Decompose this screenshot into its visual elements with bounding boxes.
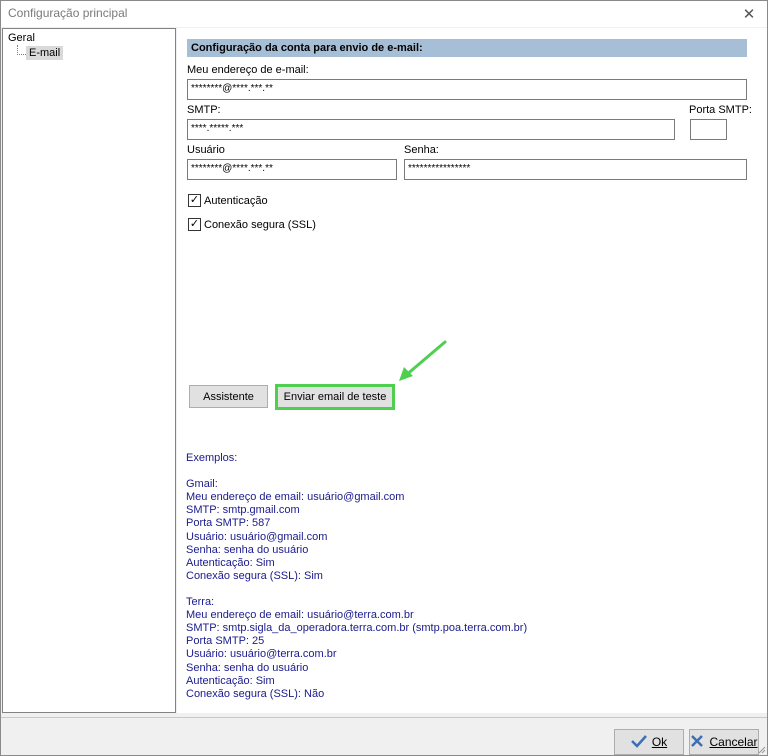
example-line: Terra: bbox=[186, 596, 215, 609]
smtp-port-label: Porta SMTP: bbox=[689, 104, 752, 116]
x-mark-icon bbox=[690, 734, 704, 751]
ok-label: Ok bbox=[651, 735, 668, 749]
example-line: Conexão segura (SSL): Sim bbox=[186, 569, 323, 582]
close-icon[interactable]: ✕ bbox=[737, 3, 761, 25]
auth-checkbox-label: Autenticação bbox=[204, 194, 268, 207]
example-line: SMTP: smtp.gmail.com bbox=[186, 504, 300, 517]
auth-checkbox[interactable]: ✓ bbox=[188, 194, 201, 207]
example-line: Meu endereço de email: usuário@terra.com… bbox=[186, 609, 414, 622]
ssl-checkbox-label: Conexão segura (SSL) bbox=[204, 218, 316, 231]
resize-grip-icon[interactable] bbox=[756, 744, 766, 754]
smtp-field[interactable]: ****.*****.*** bbox=[187, 119, 675, 140]
example-line: Conexão segura (SSL): Não bbox=[186, 687, 325, 700]
config-window: Configuração principal ✕ Geral E-mail Co… bbox=[0, 0, 768, 756]
section-header: Configuração da conta para envio de e-ma… bbox=[187, 39, 747, 57]
ok-button[interactable]: Ok bbox=[614, 729, 684, 755]
example-line: SMTP: smtp.sigla_da_operadora.terra.com.… bbox=[186, 622, 528, 635]
cancel-label: Cancelar bbox=[709, 735, 758, 749]
bottom-divider bbox=[1, 717, 767, 718]
example-line bbox=[186, 465, 746, 478]
example-line: Usuário: usuário@terra.com.br bbox=[186, 648, 337, 661]
example-line: Porta SMTP: 25 bbox=[186, 635, 265, 648]
send-test-email-button[interactable]: Enviar email de teste bbox=[278, 387, 392, 407]
user-field[interactable]: ********@****.***.** bbox=[187, 159, 397, 180]
user-label: Usuário bbox=[187, 144, 225, 156]
tree-item-email[interactable]: E-mail bbox=[26, 46, 64, 60]
email-label: Meu endereço de e-mail: bbox=[187, 64, 309, 76]
settings-tree: Geral E-mail bbox=[2, 28, 176, 713]
email-field[interactable]: ********@****.***.** bbox=[187, 79, 747, 100]
cancel-button[interactable]: Cancelar bbox=[689, 729, 759, 755]
example-line: Exemplos: bbox=[186, 452, 238, 464]
example-line: Senha: senha do usuário bbox=[186, 543, 309, 556]
password-field[interactable]: **************** bbox=[404, 159, 747, 180]
tree-connector bbox=[17, 54, 26, 55]
tree-item-geral[interactable]: Geral bbox=[8, 32, 35, 44]
example-line bbox=[186, 583, 746, 596]
password-label: Senha: bbox=[404, 144, 439, 156]
example-line: Autenticação: Sim bbox=[186, 674, 275, 687]
ssl-checkbox[interactable]: ✓ bbox=[188, 218, 201, 231]
example-line: Senha: senha do usuário bbox=[186, 661, 309, 674]
assistant-button[interactable]: Assistente bbox=[189, 385, 268, 408]
example-line: Porta SMTP: 587 bbox=[186, 517, 271, 530]
example-line: Meu endereço de email: usuário@gmail.com bbox=[186, 491, 405, 504]
example-line: Usuário: usuário@gmail.com bbox=[186, 530, 328, 543]
window-title: Configuração principal bbox=[8, 6, 128, 20]
email-settings-panel: Configuração da conta para envio de e-ma… bbox=[177, 28, 767, 713]
example-line: Gmail: bbox=[186, 478, 218, 491]
ssl-checkbox-row[interactable]: ✓ Conexão segura (SSL) bbox=[188, 218, 316, 231]
smtp-port-field[interactable] bbox=[690, 119, 727, 140]
example-line: Autenticação: Sim bbox=[186, 556, 275, 569]
auth-checkbox-row[interactable]: ✓ Autenticação bbox=[188, 194, 268, 207]
checkmark-icon bbox=[630, 734, 647, 751]
green-arrow-icon bbox=[399, 340, 447, 381]
smtp-label: SMTP: bbox=[187, 104, 221, 116]
title-bar: Configuração principal ✕ bbox=[1, 1, 767, 27]
examples-text: Exemplos: Gmail: Meu endereço de email: us… bbox=[186, 452, 746, 701]
